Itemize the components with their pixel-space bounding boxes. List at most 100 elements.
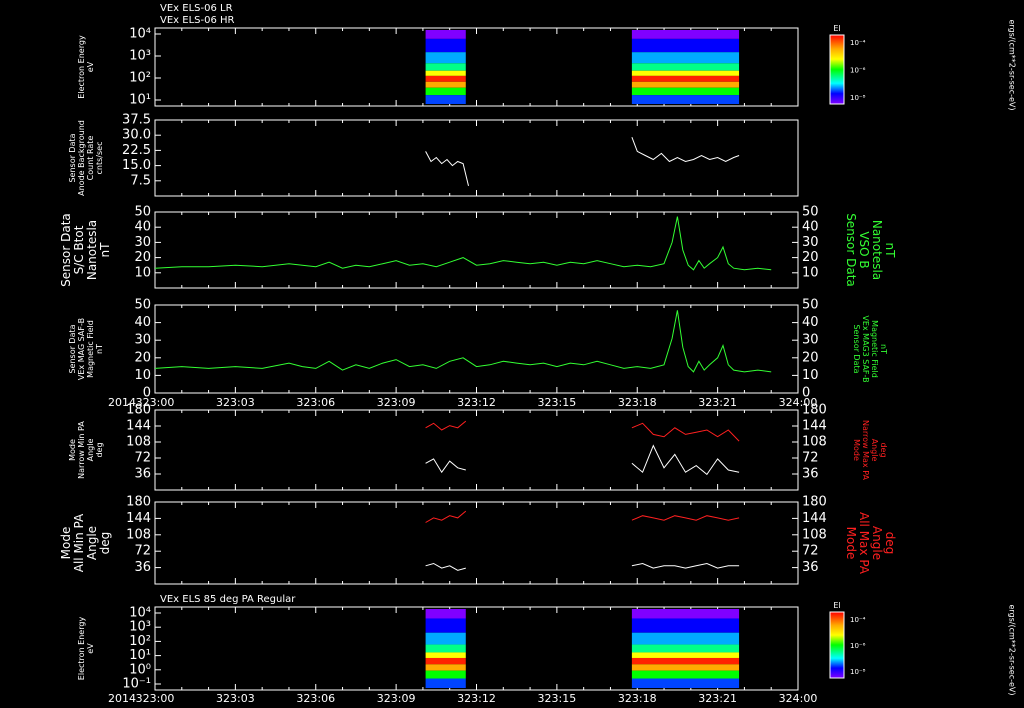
x-tick-label: 323:18	[618, 396, 657, 409]
y-tick-label-right: 36	[802, 560, 819, 575]
x-tick-label: 323:12	[457, 396, 496, 409]
y-tick-label: 10¹	[129, 648, 151, 663]
spectrogram-cell	[631, 52, 740, 64]
x-tick-label: 323:15	[538, 692, 577, 705]
spectrogram-cell	[425, 75, 466, 82]
footer-title: VEx ELS 85 deg PA Regular	[160, 594, 296, 605]
y-axis-label: Mode	[68, 439, 77, 461]
y-tick-label: 20	[134, 350, 151, 365]
right-axis-label: deg	[879, 442, 888, 457]
spectrogram-cell	[631, 95, 740, 104]
spectrogram-cell	[425, 81, 466, 88]
spectrogram-cell	[425, 95, 466, 104]
y-tick-label: 180	[126, 495, 151, 510]
x-tick-label: 323:00	[136, 396, 175, 409]
y-axis-label: deg	[95, 442, 104, 457]
spectrogram-cell	[631, 70, 740, 76]
y-tick-label-right: 10	[802, 265, 819, 280]
x-tick-label: 323:06	[296, 396, 335, 409]
right-axis-label: Nanotesla	[870, 220, 884, 280]
spectrogram-cell	[631, 609, 740, 619]
x-tick-label: 323:03	[216, 396, 255, 409]
y-tick-label: 10	[134, 265, 151, 280]
y-axis-label: eV	[86, 643, 95, 654]
series-line	[154, 310, 772, 373]
x-tick-label: 323:06	[296, 692, 335, 705]
y-axis-label: S/C Btot	[72, 225, 86, 274]
y-axis-label: Magnetic Field	[86, 320, 95, 378]
y-axis-label: All Min PA	[72, 513, 86, 572]
series-line	[425, 562, 466, 571]
spectrogram-cell	[425, 63, 466, 71]
x-tick-label: 323:09	[377, 396, 416, 409]
spectrogram-cell	[631, 632, 740, 645]
right-axis-label: All Max PA	[857, 512, 871, 575]
y-axis-label: Mode	[59, 527, 73, 560]
y-tick-label: 30.0	[122, 128, 151, 143]
y-tick-label: 30	[134, 333, 151, 348]
y-tick-label: 15.0	[122, 158, 151, 173]
y-tick-label-right: 50	[802, 298, 819, 313]
spectrogram-cell	[425, 38, 466, 53]
series-line	[631, 562, 740, 569]
panel-frame	[154, 501, 799, 585]
y-axis-label: cnts/sec	[95, 142, 104, 175]
panel-frame	[154, 211, 799, 289]
x-tick-label: 323:21	[698, 692, 737, 705]
y-tick-label: 7.5	[130, 173, 151, 188]
multi-panel-figure: VEx ELS-06 LRVEx ELS-06 HR10⁴10³10²10¹El…	[59, 3, 1017, 705]
y-tick-label: 10⁴	[129, 27, 151, 42]
y-tick-label: 40	[134, 220, 151, 235]
year-label: 2014	[108, 692, 136, 705]
y-axis-label: Sensor Data	[59, 213, 73, 287]
y-tick-label: 10⁴	[129, 606, 151, 621]
spectrogram-cell	[425, 30, 466, 39]
y-tick-label-right: 20	[802, 350, 819, 365]
colorbar-tick: 10⁻⁴	[850, 39, 866, 47]
spectrogram-cell	[631, 75, 740, 82]
colorbar-units: ergs/(cm**2-sr-sec-eV)	[1008, 604, 1017, 695]
y-tick-label-right: 72	[802, 451, 819, 466]
y-tick-label-right: 40	[802, 315, 819, 330]
colorbar-units: ergs/(cm**2-sr-sec-eV)	[1008, 19, 1017, 110]
x-tick-label: 323:03	[216, 692, 255, 705]
spectrogram-cell	[631, 38, 740, 53]
spectrogram-cell	[425, 652, 466, 658]
y-tick-label: 40	[134, 315, 151, 330]
y-axis-label: eV	[86, 61, 95, 72]
spectrogram-cell	[425, 664, 466, 671]
year-label: 2014	[108, 396, 136, 409]
spectrogram-cell	[425, 87, 466, 96]
y-tick-label-right: 20	[802, 250, 819, 265]
spectrogram-cell	[631, 657, 740, 665]
x-tick-label: 323:12	[457, 692, 496, 705]
spectrogram-cell	[631, 87, 740, 96]
y-axis-label: Sensor Data	[68, 133, 77, 182]
series-line	[631, 444, 740, 476]
colorbar	[829, 34, 845, 105]
colorbar-tick: 10⁻⁴	[850, 616, 866, 624]
panel-frame	[154, 304, 799, 394]
right-axis-label: Sensor Data	[852, 324, 861, 373]
colorbar-tick: 10⁻⁸	[850, 668, 866, 676]
y-tick-label: 36	[134, 560, 151, 575]
y-axis-label: Electron Energy	[77, 617, 86, 681]
spectrogram-cell	[425, 618, 466, 633]
right-axis-label: nT	[883, 243, 897, 259]
spectrogram-cell	[631, 652, 740, 658]
y-axis-label: Nanotesla	[85, 220, 99, 280]
spectrogram-cell	[631, 81, 740, 88]
y-tick-label-right: 10	[802, 368, 819, 383]
x-tick-label: 323:09	[377, 692, 416, 705]
spectrogram-cell	[425, 52, 466, 64]
y-tick-label-right: 144	[802, 419, 827, 434]
y-tick-label: 10³	[129, 49, 151, 64]
x-tick-label: 323:21	[698, 396, 737, 409]
y-axis-label: Sensor Data	[68, 324, 77, 373]
y-axis-label: nT	[98, 242, 112, 258]
colorbar-tick: 10⁻⁸	[850, 94, 866, 102]
y-tick-label: 10⁻¹	[122, 677, 151, 692]
right-axis-label: Mode	[852, 439, 861, 461]
right-axis-label: nT	[879, 344, 888, 354]
x-tick-label: 323:18	[618, 692, 657, 705]
